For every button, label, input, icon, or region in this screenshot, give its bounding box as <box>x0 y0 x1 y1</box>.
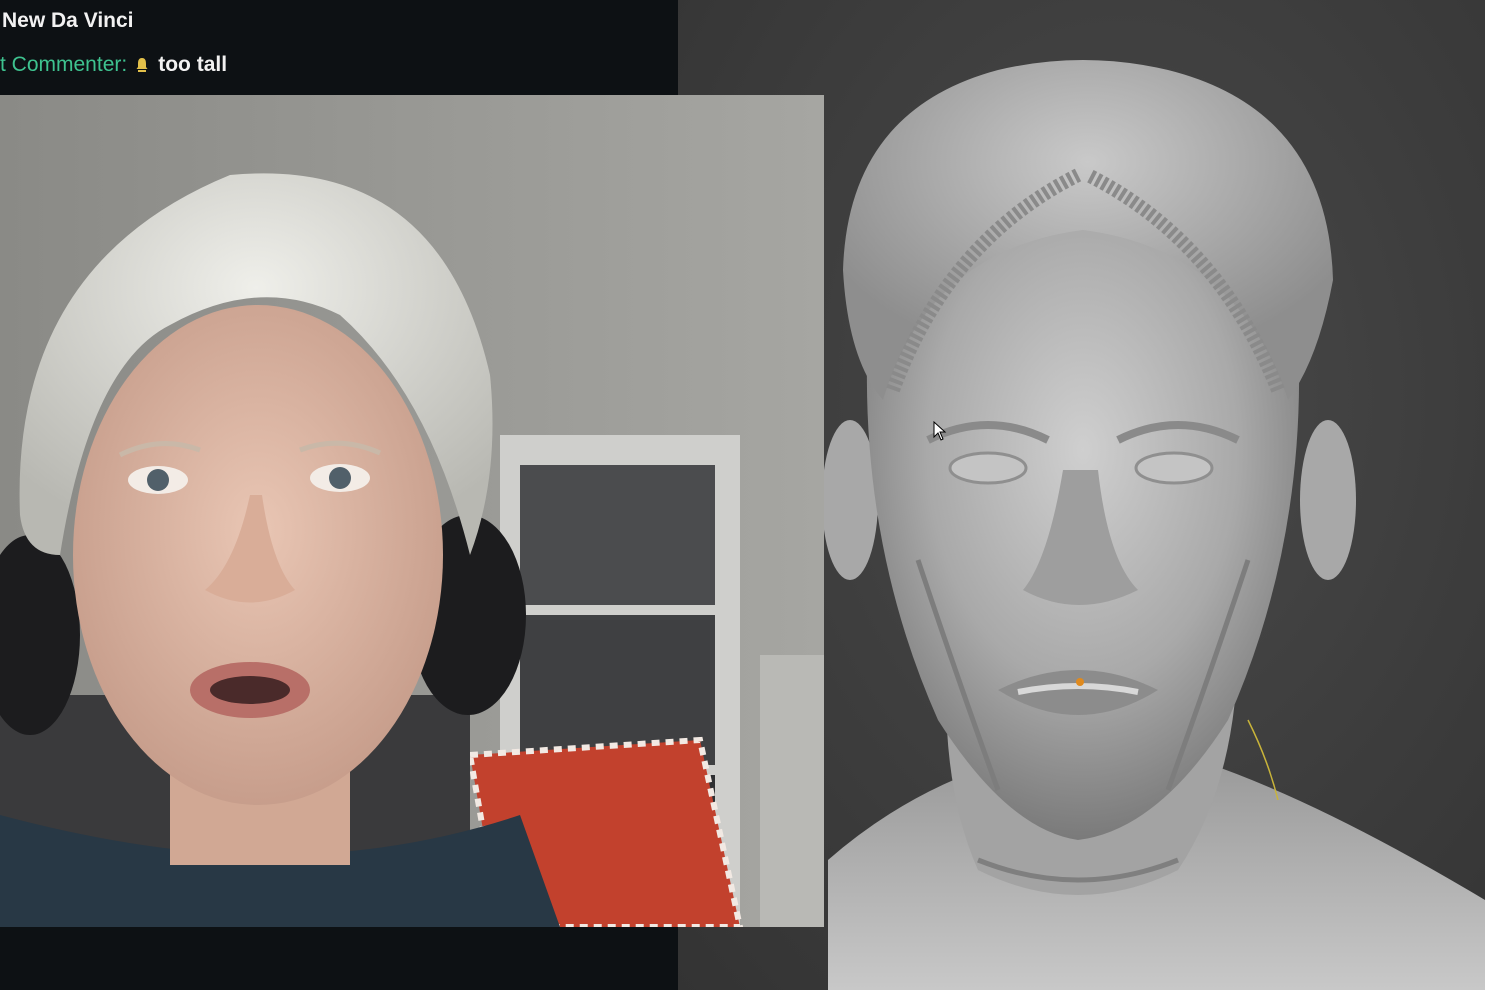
bell-icon <box>136 58 148 72</box>
webcam-image <box>0 95 824 927</box>
chat-username: t Commenter <box>0 53 122 76</box>
chat-separator: : <box>121 53 128 76</box>
mouse-cursor-icon <box>933 421 947 441</box>
stream-overlay-bar: New Da Vinci t Commenter : too tall <box>0 0 678 95</box>
stream-overlay-footer <box>0 927 678 990</box>
webcam-feed <box>0 95 824 927</box>
video-frame: New Da Vinci t Commenter : too tall <box>0 0 1485 990</box>
chat-message-text: too tall <box>158 53 228 76</box>
chat-message: t Commenter : too tall <box>0 51 227 79</box>
stream-title: New Da Vinci <box>2 9 134 32</box>
